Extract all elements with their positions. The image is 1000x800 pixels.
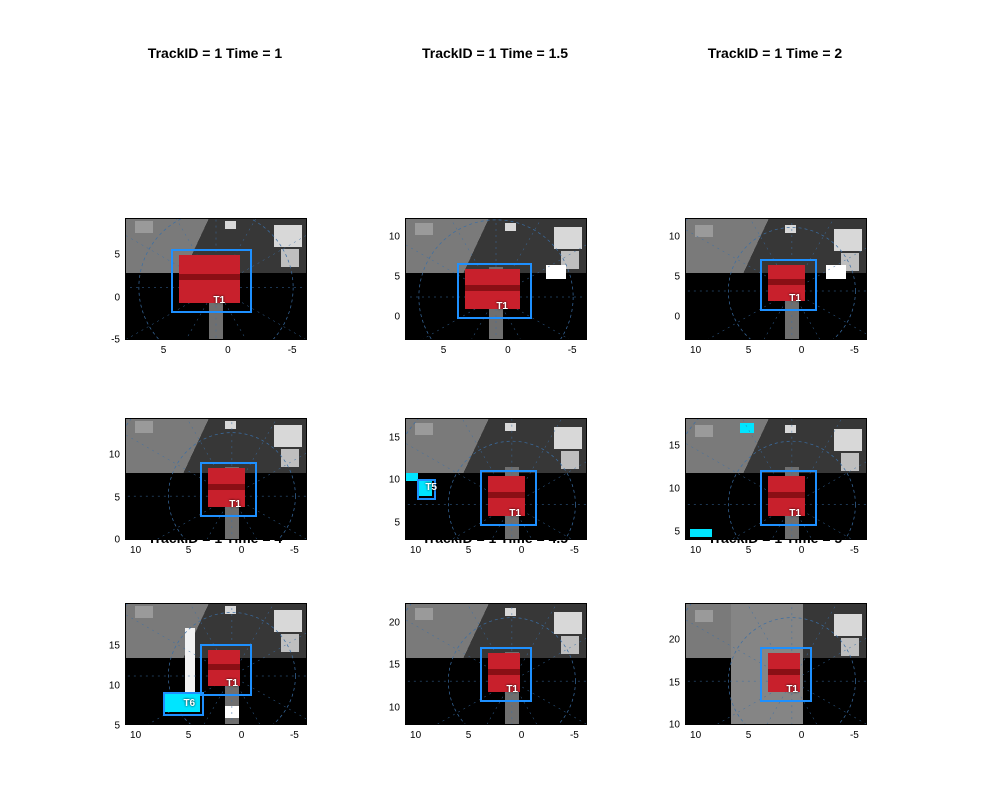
y-tick: 10	[100, 681, 120, 692]
x-tick: 0	[225, 345, 231, 356]
y-tick: 10	[660, 484, 680, 495]
panel-axes: T1	[405, 218, 587, 340]
y-tick: 5	[100, 721, 120, 732]
x-tick: -5	[290, 545, 299, 556]
track-label: T1	[506, 684, 518, 695]
panel-axes: T1	[125, 218, 307, 340]
panel-axes: T1	[685, 603, 867, 725]
x-tick: 5	[746, 545, 752, 556]
x-tick: -5	[570, 730, 579, 741]
x-tick: -5	[290, 730, 299, 741]
y-tick: 10	[100, 449, 120, 460]
track-box	[171, 249, 252, 313]
y-tick: 10	[380, 703, 400, 714]
x-tick: 0	[519, 730, 525, 741]
track-label: T1	[786, 684, 798, 695]
x-tick: 10	[410, 730, 421, 741]
y-tick: 15	[380, 432, 400, 443]
x-tick: 5	[161, 345, 167, 356]
x-tick: 5	[466, 545, 472, 556]
y-tick: -5	[100, 335, 120, 346]
panel-axes: T1	[685, 418, 867, 540]
x-tick: -5	[850, 345, 859, 356]
track-label: T1	[496, 301, 508, 312]
x-tick: -5	[570, 545, 579, 556]
panel-axes: T1	[405, 603, 587, 725]
y-tick: 15	[100, 641, 120, 652]
y-tick: 5	[380, 272, 400, 283]
x-tick: -5	[850, 730, 859, 741]
x-tick: 5	[746, 345, 752, 356]
panel-axes: T1 T6	[125, 603, 307, 725]
y-tick: 5	[660, 526, 680, 537]
x-tick: 0	[799, 730, 805, 741]
x-tick: 0	[799, 545, 805, 556]
x-tick: -5	[850, 545, 859, 556]
x-tick: 5	[746, 730, 752, 741]
y-tick: 0	[100, 292, 120, 303]
x-tick: 5	[441, 345, 447, 356]
track-label: T1	[789, 293, 801, 304]
x-tick: -5	[568, 345, 577, 356]
y-tick: 5	[380, 518, 400, 529]
track-box	[457, 263, 532, 319]
y-tick: 0	[380, 312, 400, 323]
x-tick: 0	[239, 545, 245, 556]
x-tick: 10	[690, 345, 701, 356]
x-tick: 10	[130, 545, 141, 556]
panel-title: TrackID = 1 Time = 1	[148, 45, 282, 61]
y-tick: 5	[100, 249, 120, 260]
track-label: T1	[509, 508, 521, 519]
x-tick: 0	[519, 545, 525, 556]
panel-axes: T1	[685, 218, 867, 340]
y-tick: 15	[660, 441, 680, 452]
y-tick: 15	[660, 677, 680, 688]
panel-title: TrackID = 1 Time = 1.5	[422, 45, 568, 61]
y-tick: 5	[100, 492, 120, 503]
track-label: T6	[183, 698, 195, 709]
track-label: T5	[425, 482, 437, 493]
x-tick: 10	[690, 730, 701, 741]
x-tick: 5	[466, 730, 472, 741]
y-tick: 10	[380, 475, 400, 486]
x-tick: -5	[288, 345, 297, 356]
track-label: T1	[213, 295, 225, 306]
panel-axes: T1 T5	[405, 418, 587, 540]
y-tick: 10	[660, 720, 680, 731]
track-label: T1	[789, 508, 801, 519]
y-tick: 0	[660, 312, 680, 323]
x-tick: 0	[799, 345, 805, 356]
panel-axes: T1	[125, 418, 307, 540]
y-tick: 15	[380, 660, 400, 671]
y-tick: 5	[660, 272, 680, 283]
panel-title: TrackID = 1 Time = 2	[708, 45, 842, 61]
x-tick: 5	[186, 545, 192, 556]
x-tick: 10	[410, 545, 421, 556]
y-tick: 0	[100, 535, 120, 546]
y-tick: 20	[660, 634, 680, 645]
y-tick: 10	[380, 232, 400, 243]
y-tick: 20	[380, 617, 400, 628]
track-label: T1	[226, 678, 238, 689]
x-tick: 10	[130, 730, 141, 741]
x-tick: 0	[505, 345, 511, 356]
track-label: T1	[229, 499, 241, 510]
x-tick: 5	[186, 730, 192, 741]
x-tick: 10	[690, 545, 701, 556]
x-tick: 0	[239, 730, 245, 741]
y-tick: 10	[660, 232, 680, 243]
